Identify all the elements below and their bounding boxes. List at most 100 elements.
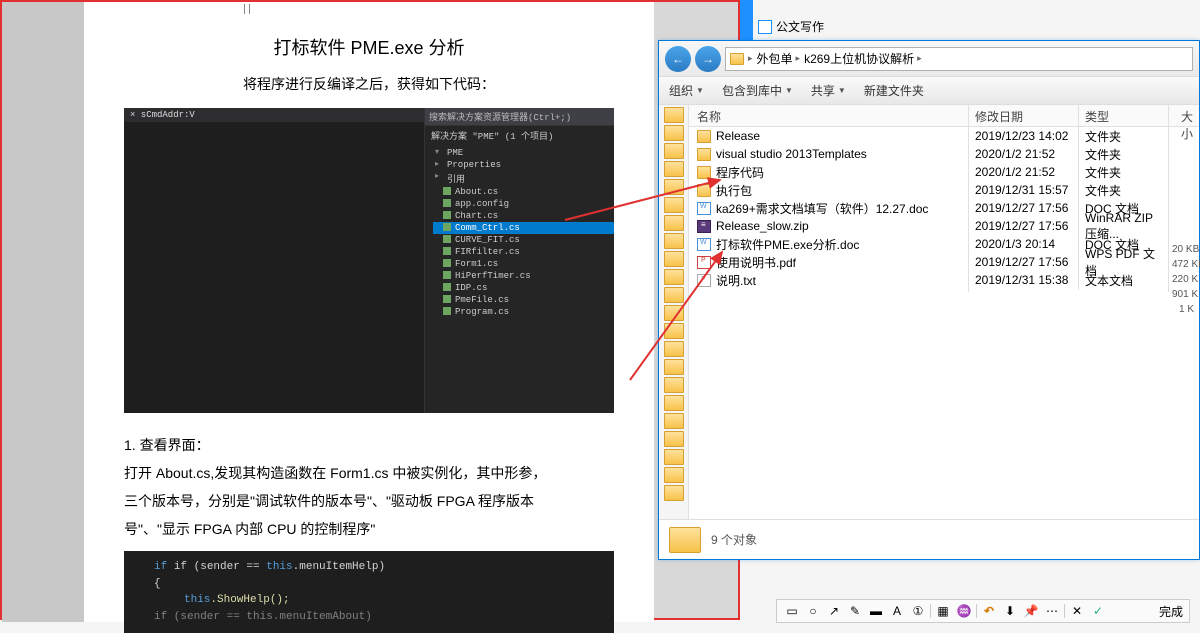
circle-tool[interactable]: ○ [804,602,822,620]
new-folder-button[interactable]: 新建文件夹 [864,82,924,99]
explorer-statusbar: 9 个对象 [659,519,1199,559]
highlight-tool[interactable]: ▬ [867,602,885,620]
explorer-toolbar: 组织▼ 包含到库中▼ 共享▼ 新建文件夹 [659,77,1199,105]
pen-tool[interactable]: ✎ [846,602,864,620]
tree-folder-icon[interactable] [664,287,684,303]
tree-folder-icon[interactable] [664,125,684,141]
page-icon [758,20,772,34]
tree-folder-icon[interactable] [664,413,684,429]
file-type: 文本文档 [1079,269,1169,292]
arrow-tool[interactable]: ↗ [825,602,843,620]
text-tool[interactable]: A [888,602,906,620]
vs-tree-item: CURVE_FIT.cs [433,234,614,246]
app-sidebar-accent [740,0,753,40]
col-type[interactable]: 类型 [1079,105,1169,126]
vs-search: 搜索解决方案资源管理器(Ctrl+;) [425,108,614,126]
tree-folder-icon[interactable] [664,377,684,393]
pin-tool[interactable]: 📌 [1022,602,1040,620]
tree-folder-icon[interactable] [664,269,684,285]
blur-tool[interactable]: ▦ [934,602,952,620]
confirm-tool[interactable]: ✓ [1089,602,1107,620]
txt-icon [697,274,711,287]
organize-button[interactable]: 组织▼ [669,82,704,99]
tree-folder-icon[interactable] [664,485,684,501]
explorer-sidebar[interactable] [659,105,689,519]
address-bar[interactable]: ▸ 外包单▸ k269上位机协议解析▸ [725,47,1193,71]
chevron-right-icon: ▸ [796,53,801,64]
col-date[interactable]: 修改日期 [969,105,1079,126]
rect-tool[interactable]: ▭ [783,602,801,620]
vs-tree-item: 引用 [433,171,614,186]
tree-folder-icon[interactable] [664,179,684,195]
tree-folder-icon[interactable] [664,359,684,375]
doc-title: 打标软件 PME.exe 分析 [124,34,614,60]
separator [976,604,977,618]
tree-folder-icon[interactable] [664,143,684,159]
chevron-down-icon: ▼ [785,86,793,95]
tree-folder-icon[interactable] [664,305,684,321]
file-name: ka269+需求文档填写（软件）12.27.doc [716,200,928,217]
file-date: 2019/12/31 15:38 [969,270,1079,290]
tree-folder-icon[interactable] [664,395,684,411]
vs-solution-header: 解决方案 "PME" (1 个项目) [425,126,614,145]
share-button[interactable]: 共享▼ [811,82,846,99]
tree-folder-icon[interactable] [664,323,684,339]
sidebar-item[interactable]: 公文写作 [758,18,824,35]
file-row[interactable]: 说明.txt2019/12/31 15:38文本文档 [689,271,1199,289]
path-segment[interactable]: k269上位机协议解析▸ [804,50,922,67]
snip-method: .ShowHelp(); [210,594,289,606]
include-lib-button[interactable]: 包含到库中▼ [722,82,793,99]
vs-tree-item: Comm_Ctrl.cs [433,222,614,234]
tree-folder-icon[interactable] [664,197,684,213]
snip-text: .menuItemHelp) [293,561,385,573]
tree-folder-icon[interactable] [664,341,684,357]
file-name: visual studio 2013Templates [716,147,867,161]
tree-folder-icon[interactable] [664,431,684,447]
tree-folder-icon[interactable] [664,467,684,483]
chevron-right-icon: ▸ [748,53,753,64]
document-page: 打标软件 PME.exe 分析 将程序进行反编译之后，获得如下代码： × sCm… [84,2,654,622]
done-label[interactable]: 完成 [1159,603,1183,620]
explorer-window[interactable]: ← → ▸ 外包单▸ k269上位机协议解析▸ 组织▼ 包含到库中▼ 共享▼ 新… [658,40,1200,560]
chevron-down-icon: ▼ [838,86,846,95]
folder-icon [730,53,744,65]
counter-tool[interactable]: ① [909,602,927,620]
tree-folder-icon[interactable] [664,449,684,465]
annotation-toolbar[interactable]: ▭ ○ ↗ ✎ ▬ A ① ▦ ♒ ↶ ⬇ 📌 ⋯ ✕ ✓ 完成 [776,599,1190,623]
vs-tree-item: HiPerfTimer.cs [433,270,614,282]
snip-gray: this [246,611,272,623]
vs-tree-item: Properties [433,159,614,171]
col-name[interactable]: 名称 [689,105,969,126]
zip-icon [697,220,711,233]
undo-tool[interactable]: ↶ [980,602,998,620]
chevron-right-icon: ▸ [917,53,922,64]
tree-folder-icon[interactable] [664,215,684,231]
nav-back-button[interactable]: ← [665,46,691,72]
file-date: 2019/12/27 17:56 [969,252,1079,272]
tree-folder-icon[interactable] [664,161,684,177]
col-size[interactable]: 大小 [1169,105,1199,126]
save-tool[interactable]: ⬇ [1001,602,1019,620]
watermark-tool[interactable]: ♒ [955,602,973,620]
doc-line3: 三个版本号，分别是"调试软件的版本号"、"驱动板 FPGA 程序版本 [124,487,614,515]
nav-forward-button[interactable]: → [695,46,721,72]
file-date: 2020/1/2 21:52 [969,144,1079,164]
file-size: 220 K [1169,272,1197,287]
tb-label: 包含到库中 [722,82,782,99]
tree-folder-icon[interactable] [664,251,684,267]
file-size: 20 KB [1169,242,1197,257]
separator [1064,604,1065,618]
explorer-list[interactable]: 名称 修改日期 类型 大小 Release2019/12/23 14:02文件夹… [689,105,1199,519]
close-tool[interactable]: ✕ [1068,602,1086,620]
tree-folder-icon[interactable] [664,107,684,123]
snip-gray: .menuItemAbout) [273,611,372,623]
file-name: Release [716,129,760,143]
pdf-icon [697,256,711,269]
folder-icon [697,166,711,179]
kw-this: this [184,594,210,606]
solution-explorer: 搜索解决方案资源管理器(Ctrl+;) 解决方案 "PME" (1 个项目) P… [424,108,614,413]
path-segment[interactable]: 外包单▸ [757,50,801,67]
vs-tab-label: × sCmdAddr:V [130,108,195,122]
tree-folder-icon[interactable] [664,233,684,249]
share-tool[interactable]: ⋯ [1043,602,1061,620]
